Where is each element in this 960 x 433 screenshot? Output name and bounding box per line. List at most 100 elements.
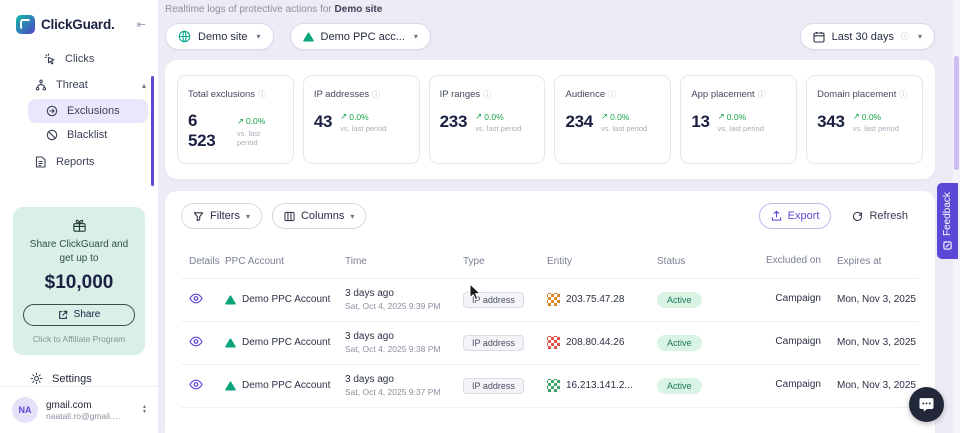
columns-icon bbox=[284, 211, 295, 222]
stat-trend-block: ↗0.0%vs. last period bbox=[853, 111, 899, 133]
avatar: NA bbox=[12, 397, 38, 423]
sidebar-item-exclusions[interactable]: Exclusions bbox=[28, 99, 148, 123]
table-toolbar: Filters ▾ Columns ▾ Export Refr bbox=[181, 203, 919, 229]
sidebar-item-threat[interactable]: Threat ▴ bbox=[0, 72, 158, 98]
date-range-value: Last 30 days bbox=[832, 31, 894, 43]
filters-button[interactable]: Filters ▾ bbox=[181, 203, 262, 229]
share-button[interactable]: Share bbox=[23, 304, 135, 326]
sidebar-scrollbar-thumb[interactable] bbox=[151, 76, 154, 186]
trend-sub: vs. last period bbox=[475, 124, 521, 133]
info-icon[interactable]: ⓘ bbox=[483, 89, 491, 100]
chevron-down-icon: ▾ bbox=[350, 212, 354, 221]
stat-trend-block: ↗0.0%vs. last period bbox=[340, 111, 386, 133]
ppc-account-value: Demo PPC acc... bbox=[321, 31, 405, 43]
filter-bar: Demo site ▾ Demo PPC acc... ▾ Last 30 da… bbox=[165, 23, 935, 50]
trend-up-icon: ↗ bbox=[718, 111, 725, 122]
chevron-down-icon: ▾ bbox=[257, 32, 261, 41]
threat-subnav: Exclusions Blacklist bbox=[28, 99, 148, 147]
stat-trend-block: ↗0.0%vs. last period bbox=[237, 116, 283, 147]
ads-triangle-icon bbox=[303, 32, 314, 42]
stat-label: Total exclusions bbox=[188, 89, 255, 100]
feedback-pen-icon bbox=[943, 241, 952, 250]
blacklist-icon bbox=[45, 129, 58, 141]
time-absolute: Sat, Oct 4, 2025 9:38 PM bbox=[345, 344, 463, 354]
status-badge: Active bbox=[657, 292, 702, 308]
stat-card-audience: Audienceⓘ 234 ↗0.0%vs. last period bbox=[554, 75, 671, 164]
chevron-down-icon: ▾ bbox=[918, 32, 922, 41]
user-name: gmail.com bbox=[46, 400, 122, 411]
info-icon[interactable]: ⓘ bbox=[899, 89, 907, 100]
trend-up-icon: ↗ bbox=[853, 111, 860, 122]
sidebar-item-label: Blacklist bbox=[67, 129, 107, 141]
export-icon bbox=[771, 210, 782, 222]
account-name: Demo PPC Account bbox=[242, 294, 330, 305]
sidebar-item-settings[interactable]: Settings bbox=[0, 371, 158, 386]
details-eye-icon[interactable] bbox=[189, 379, 203, 390]
site-selector[interactable]: Demo site ▾ bbox=[165, 23, 274, 50]
export-button[interactable]: Export bbox=[759, 203, 832, 229]
info-icon[interactable]: ⓘ bbox=[758, 89, 766, 100]
excluded-on-value: Campaign bbox=[745, 336, 823, 349]
info-icon[interactable]: ⓘ bbox=[608, 89, 616, 100]
page-scrollbar-thumb[interactable] bbox=[954, 56, 959, 170]
stats-panel: Total exclusionsⓘ 6 523 ↗0.0%vs. last pe… bbox=[165, 60, 935, 179]
exclusions-icon bbox=[45, 105, 58, 117]
stat-value: 13 bbox=[691, 112, 709, 132]
date-range-selector[interactable]: Last 30 days ⓘ ▾ bbox=[800, 23, 935, 50]
sidebar-collapse-icon[interactable]: ⇤ bbox=[137, 18, 146, 31]
sidebar-item-reports[interactable]: Reports bbox=[0, 149, 158, 175]
user-account-selector[interactable]: NA gmail.com naatali.ro@gmail.com ▴ ▾ bbox=[0, 386, 158, 433]
clickguard-logo-icon bbox=[16, 15, 35, 34]
stat-card-domain-placement: Domain placementⓘ 343 ↗0.0%vs. last peri… bbox=[806, 75, 923, 164]
columns-label: Columns bbox=[301, 210, 344, 222]
stat-value: 343 bbox=[817, 112, 844, 132]
account-name: Demo PPC Account bbox=[242, 337, 330, 348]
type-badge: IP address bbox=[463, 378, 524, 394]
gear-icon bbox=[30, 372, 43, 385]
time-relative: 3 days ago bbox=[345, 374, 463, 385]
refresh-label: Refresh bbox=[869, 210, 908, 222]
stat-value: 43 bbox=[314, 112, 332, 132]
globe-icon bbox=[178, 30, 191, 43]
col-header-status: Status bbox=[657, 256, 745, 267]
stat-label: IP ranges bbox=[440, 89, 481, 100]
table-header-row: Details PPC Account Time Type Entity Sta… bbox=[181, 249, 919, 278]
ppc-account-selector[interactable]: Demo PPC acc... ▾ bbox=[290, 23, 431, 50]
promo-text-line1: Share ClickGuard and bbox=[23, 238, 135, 252]
page-subtitle-text: Realtime logs of protective actions for bbox=[165, 4, 332, 15]
table-row: Demo PPC Account 3 days agoSat, Oct 4, 2… bbox=[181, 278, 919, 321]
chat-bubble-icon bbox=[918, 396, 935, 413]
affiliate-link[interactable]: Click to Affiliate Program bbox=[23, 334, 135, 345]
refresh-button[interactable]: Refresh bbox=[841, 203, 919, 229]
details-eye-icon[interactable] bbox=[189, 293, 203, 304]
funnel-icon bbox=[193, 211, 204, 222]
stat-card-app-placement: App placementⓘ 13 ↗0.0%vs. last period bbox=[680, 75, 797, 164]
gift-icon bbox=[23, 218, 135, 233]
sidebar-item-label: Reports bbox=[56, 156, 95, 168]
feedback-tab[interactable]: Feedback bbox=[937, 183, 958, 259]
info-icon[interactable]: ⓘ bbox=[258, 89, 266, 100]
sidebar-item-clicks[interactable]: Clicks bbox=[0, 46, 158, 72]
excluded-on-value: Campaign bbox=[745, 379, 823, 392]
trend-value: 0.0% bbox=[727, 112, 746, 122]
trend-value: 0.0% bbox=[862, 112, 881, 122]
threat-branch-icon bbox=[34, 79, 47, 91]
sidebar-item-label: Exclusions bbox=[67, 105, 120, 117]
chat-widget-button[interactable] bbox=[909, 387, 944, 422]
trend-value: 0.0% bbox=[246, 116, 265, 126]
info-icon[interactable]: ⓘ bbox=[372, 89, 380, 100]
trend-up-icon: ↗ bbox=[601, 111, 608, 122]
page-subtitle-site: Demo site bbox=[335, 4, 383, 15]
time-absolute: Sat, Oct 4, 2025 9:37 PM bbox=[345, 387, 463, 397]
chevron-down-icon: ▾ bbox=[246, 212, 250, 221]
col-header-type: Type bbox=[463, 256, 547, 267]
stat-value: 233 bbox=[440, 112, 467, 132]
ads-triangle-icon bbox=[225, 338, 236, 348]
col-header-excluded: Excluded on bbox=[745, 255, 823, 268]
trend-up-icon: ↗ bbox=[340, 111, 347, 122]
share-label: Share bbox=[74, 309, 101, 320]
details-eye-icon[interactable] bbox=[189, 336, 203, 347]
time-relative: 3 days ago bbox=[345, 288, 463, 299]
sidebar-item-blacklist[interactable]: Blacklist bbox=[28, 123, 148, 147]
columns-button[interactable]: Columns ▾ bbox=[272, 203, 366, 229]
